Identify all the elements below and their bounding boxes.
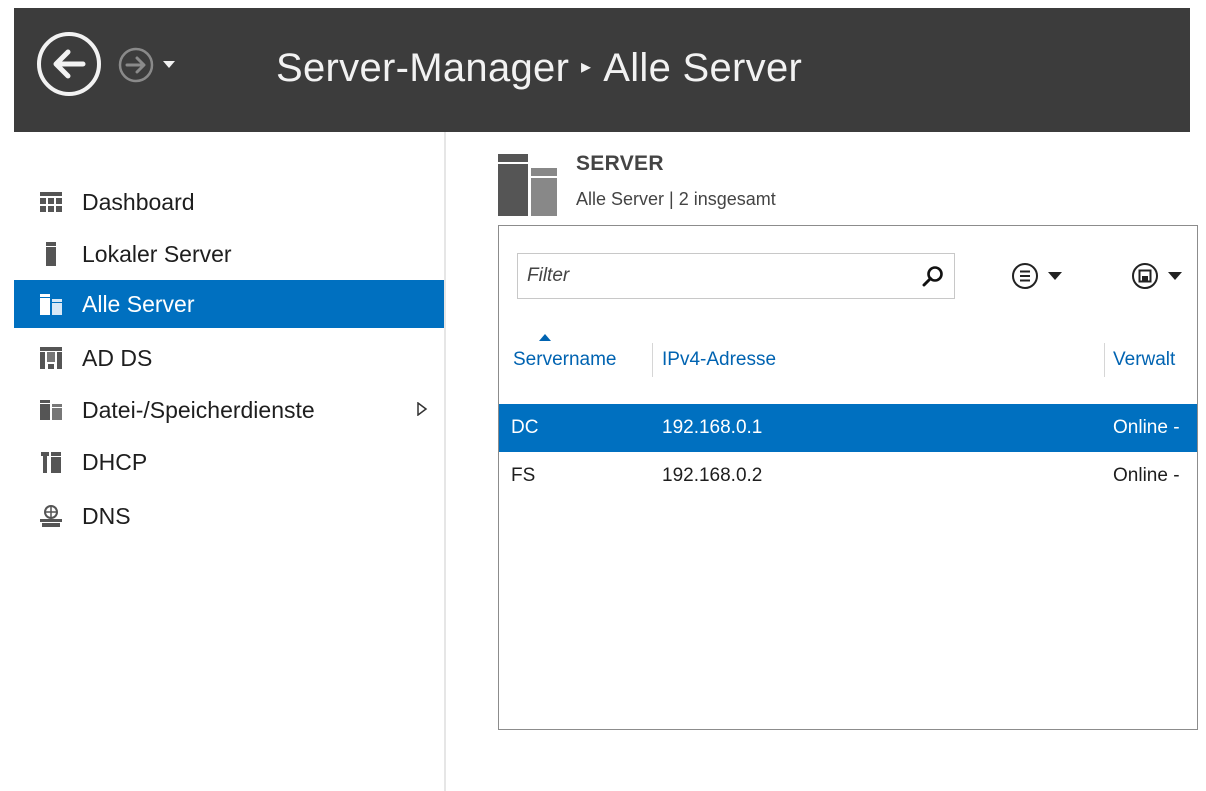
- main-content: SERVER Alle Server | 2 insgesamt Filter …: [448, 132, 1198, 791]
- page-title: Server-Manager ▸ Alle Server: [276, 46, 802, 91]
- sidebar-item-label: Dashboard: [82, 188, 195, 215]
- app-title: Server-Manager: [276, 46, 570, 90]
- sidebar-item-label: AD DS: [82, 344, 153, 371]
- sidebar-item-dashboard[interactable]: Dashboard: [14, 178, 444, 226]
- filter-input[interactable]: [518, 254, 898, 298]
- sidebar-item-label: DHCP: [82, 448, 148, 475]
- sidebar-item-dhcp[interactable]: DHCP: [14, 438, 444, 486]
- cell-ipv4: 192.168.0.1: [662, 417, 763, 438]
- cell-status: Online -: [1113, 465, 1180, 486]
- save-query-button[interactable]: [1131, 261, 1183, 291]
- sidebar-item-label: Lokaler Server: [82, 240, 232, 267]
- column-header-servername[interactable]: Servername: [513, 343, 617, 377]
- all-servers-icon: [40, 292, 62, 316]
- cell-ipv4: 192.168.0.2: [662, 465, 763, 486]
- table-row[interactable]: FS 192.168.0.2 Online -: [499, 452, 1197, 500]
- title-bar: Server-Manager ▸ Alle Server: [14, 8, 1190, 132]
- ad-ds-icon: [40, 346, 62, 370]
- view-options-button[interactable]: [1011, 261, 1063, 291]
- sidebar-item-label: Alle Server: [82, 290, 195, 317]
- server-icon: [40, 242, 62, 266]
- filter-box: [517, 253, 955, 299]
- column-divider[interactable]: [652, 343, 653, 377]
- dns-icon: [40, 504, 62, 528]
- sidebar-item-alle-server[interactable]: Alle Server: [14, 280, 444, 328]
- cell-status: Online -: [1113, 417, 1180, 438]
- dropdown-arrow-icon: [1168, 272, 1182, 280]
- history-dropdown-icon[interactable]: [162, 57, 176, 71]
- breadcrumb-separator-icon: ▸: [581, 55, 592, 78]
- file-storage-icon: [40, 398, 62, 422]
- dropdown-arrow-icon: [1048, 272, 1062, 280]
- save-icon: [1132, 263, 1158, 289]
- server-group-icon: [498, 154, 557, 216]
- section-title: SERVER: [576, 152, 664, 175]
- forward-arrow-icon[interactable]: [118, 47, 154, 83]
- sidebar-item-label: Datei-/Speicherdienste: [82, 396, 315, 423]
- dashboard-icon: [40, 190, 62, 214]
- sidebar-item-datei-speicherdienste[interactable]: Datei-/Speicherdienste: [14, 386, 444, 434]
- search-icon[interactable]: [922, 265, 944, 287]
- sidebar-item-ad-ds[interactable]: AD DS: [14, 334, 444, 382]
- sidebar-item-label: DNS: [82, 502, 131, 529]
- column-divider[interactable]: [1104, 343, 1105, 377]
- servers-tile: Servername IPv4-Adresse Verwalt DC 192.1…: [498, 225, 1198, 730]
- sidebar-item-lokaler-server[interactable]: Lokaler Server: [14, 230, 444, 278]
- expand-chevron-icon[interactable]: [416, 402, 428, 416]
- section-subtitle: Alle Server | 2 insgesamt: [576, 189, 776, 209]
- breadcrumb-current: Alle Server: [603, 46, 803, 90]
- list-options-icon: [1012, 263, 1038, 289]
- dhcp-icon: [40, 450, 62, 474]
- column-header-ipv4[interactable]: IPv4-Adresse: [662, 343, 776, 377]
- back-arrow-icon[interactable]: [36, 31, 102, 97]
- cell-servername: FS: [511, 465, 536, 486]
- cell-servername: DC: [511, 417, 539, 438]
- table-row[interactable]: DC 192.168.0.1 Online -: [499, 404, 1197, 452]
- sidebar: Dashboard Lokaler Server Alle Server AD …: [14, 132, 446, 791]
- column-header-verwaltbarkeit[interactable]: Verwalt: [1113, 343, 1175, 377]
- sort-ascending-icon: [539, 334, 551, 341]
- sidebar-item-dns[interactable]: DNS: [14, 492, 444, 540]
